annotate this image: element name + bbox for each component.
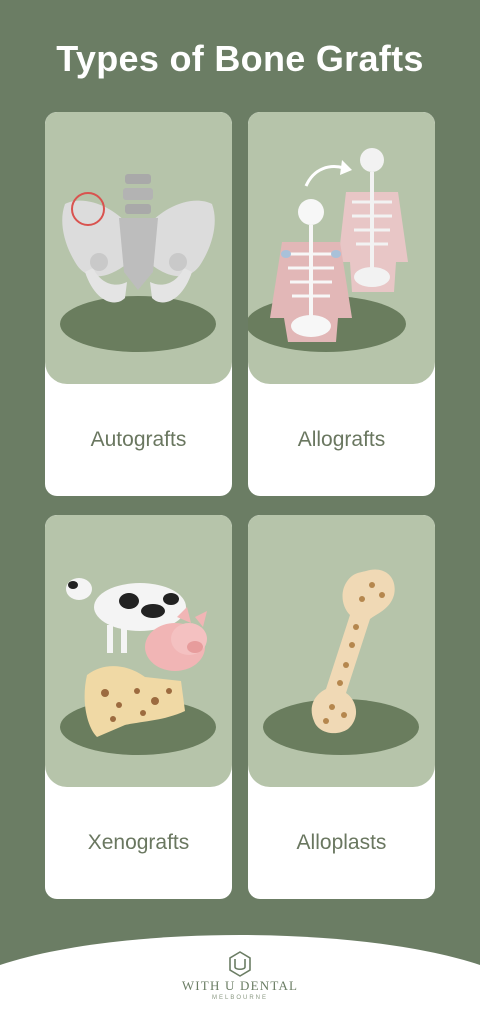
autografts-illustration <box>45 112 232 384</box>
brand-location: MELBOURNE <box>211 995 268 1001</box>
pelvis-icon <box>60 174 216 352</box>
skeleton-transfer-icon <box>248 148 408 352</box>
allografts-card: Allografts <box>248 112 435 496</box>
allografts-illustration <box>248 112 435 384</box>
synthetic-bone-icon <box>263 569 419 755</box>
alloplasts-card: Alloplasts <box>248 515 435 899</box>
alloplasts-label: Alloplasts <box>296 831 387 854</box>
xenografts-illustration <box>45 515 232 787</box>
cow-pig-bone-icon <box>60 578 216 755</box>
autografts-card: Autografts <box>45 112 232 496</box>
alloplasts-illustration <box>248 515 435 787</box>
logo-icon <box>229 951 251 977</box>
autografts-label: Autografts <box>90 428 187 451</box>
xenografts-card: Xenografts <box>45 515 232 899</box>
allografts-label: Allografts <box>297 428 386 451</box>
page-title: Types of Bone Grafts <box>56 38 424 79</box>
xenografts-label: Xenografts <box>87 831 190 854</box>
brand-name: WITH U DENTAL <box>181 978 299 993</box>
